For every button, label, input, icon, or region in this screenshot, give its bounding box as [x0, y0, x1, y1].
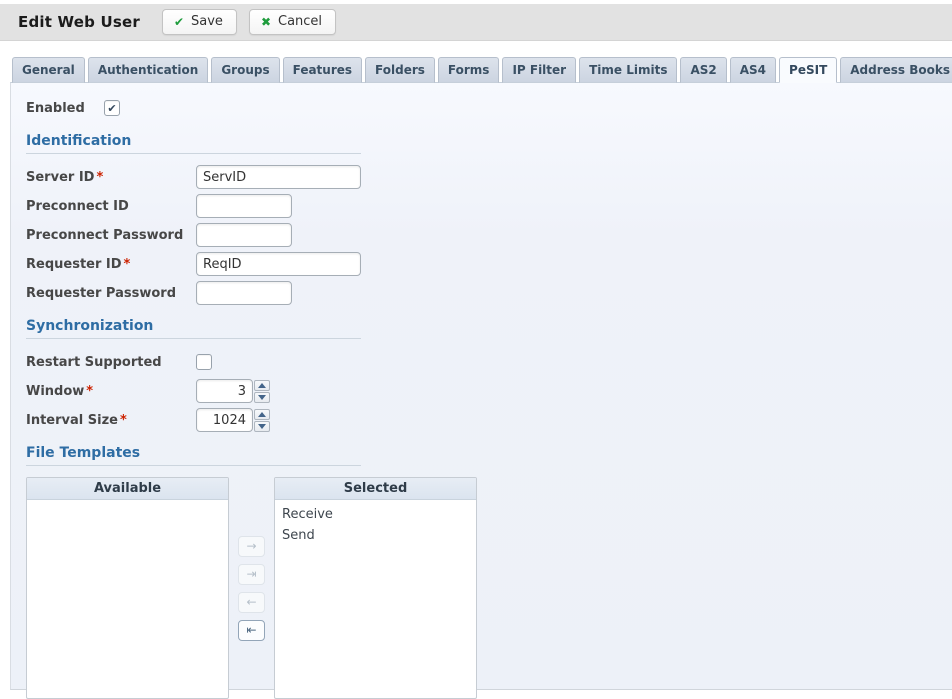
preconnect-password-input[interactable]	[196, 223, 292, 247]
tab-features[interactable]: Features	[283, 57, 362, 83]
preconnect-password-label: Preconnect Password	[26, 228, 196, 243]
preconnect-id-input[interactable]	[196, 194, 292, 218]
server-id-row: Server ID*	[26, 165, 952, 189]
requester-id-input[interactable]	[196, 252, 361, 276]
arrow-down-icon	[258, 424, 266, 429]
list-item[interactable]: Receive	[275, 504, 476, 525]
preconnect-id-label: Preconnect ID	[26, 199, 196, 214]
tab-authentication[interactable]: Authentication	[88, 57, 209, 83]
spin-up-button[interactable]	[254, 380, 270, 391]
enabled-field-row: Enabled ✔	[26, 96, 952, 120]
preconnect-id-row: Preconnect ID	[26, 194, 952, 218]
server-id-input[interactable]	[196, 165, 361, 189]
pesit-tab-panel: Enabled ✔ Identification Server ID* Prec…	[10, 82, 952, 690]
available-listbox-header: Available	[27, 478, 228, 500]
move-all-left-button[interactable]: ⇤	[238, 620, 265, 641]
required-asterisk: *	[124, 257, 131, 272]
move-all-right-button[interactable]: ⇥	[238, 564, 265, 585]
interval-size-input[interactable]	[196, 408, 253, 432]
requester-password-label: Requester Password	[26, 286, 196, 301]
tab-folders[interactable]: Folders	[365, 57, 435, 83]
tab-groups[interactable]: Groups	[211, 57, 279, 83]
interval-size-label: Interval Size*	[26, 413, 196, 428]
preconnect-password-row: Preconnect Password	[26, 223, 952, 247]
tab-as4[interactable]: AS4	[730, 57, 776, 83]
available-list-items	[27, 500, 228, 508]
checkmark-icon: ✔	[107, 102, 116, 115]
requester-password-input[interactable]	[196, 281, 292, 305]
arrow-up-icon	[258, 383, 266, 388]
move-left-button[interactable]: ←	[238, 592, 265, 613]
tab-time-limits[interactable]: Time Limits	[579, 57, 677, 83]
requester-id-label: Requester ID*	[26, 257, 196, 272]
server-id-label: Server ID*	[26, 170, 196, 185]
interval-size-row: Interval Size*	[26, 408, 952, 432]
arrow-up-icon	[258, 412, 266, 417]
enabled-label: Enabled	[26, 101, 104, 116]
tab-general[interactable]: General	[12, 57, 85, 83]
synchronization-heading: Synchronization	[26, 318, 361, 339]
page-title: Edit Web User	[18, 13, 140, 31]
file-templates-duallist: Available → ⇥ ← ⇤ Selected Receive Send	[26, 477, 952, 699]
restart-supported-checkbox[interactable]	[196, 354, 212, 370]
requester-id-row: Requester ID*	[26, 252, 952, 276]
tab-as2[interactable]: AS2	[680, 57, 726, 83]
required-asterisk: *	[120, 413, 127, 428]
window-input[interactable]	[196, 379, 253, 403]
file-templates-heading: File Templates	[26, 445, 361, 466]
requester-password-row: Requester Password	[26, 281, 952, 305]
selected-listbox[interactable]: Selected Receive Send	[274, 477, 477, 699]
restart-supported-label: Restart Supported	[26, 355, 196, 370]
save-button[interactable]: ✔ Save	[162, 9, 237, 35]
tab-address-books[interactable]: Address Books	[840, 57, 952, 83]
move-right-button[interactable]: →	[238, 536, 265, 557]
spin-up-button[interactable]	[254, 409, 270, 420]
window-spinner	[196, 379, 270, 403]
tab-pesit[interactable]: PeSIT	[779, 57, 837, 83]
available-listbox[interactable]: Available	[26, 477, 229, 699]
interval-size-spinner	[196, 408, 270, 432]
spin-down-button[interactable]	[254, 421, 270, 432]
cancel-button[interactable]: ✖ Cancel	[249, 9, 336, 35]
required-asterisk: *	[86, 384, 93, 399]
cancel-button-label: Cancel	[278, 14, 322, 29]
selected-listbox-header: Selected	[275, 478, 476, 500]
selected-list-items: Receive Send	[275, 500, 476, 550]
window-row: Window*	[26, 379, 952, 403]
list-item[interactable]: Send	[275, 525, 476, 546]
tab-ip-filter[interactable]: IP Filter	[502, 57, 576, 83]
check-icon: ✔	[174, 16, 184, 28]
restart-supported-row: Restart Supported	[26, 350, 952, 374]
x-icon: ✖	[261, 16, 271, 28]
enabled-checkbox[interactable]: ✔	[104, 100, 120, 116]
tab-forms[interactable]: Forms	[438, 57, 500, 83]
tab-bar: General Authentication Groups Features F…	[12, 56, 952, 82]
window-label: Window*	[26, 384, 196, 399]
transfer-buttons-column: → ⇥ ← ⇤	[229, 477, 274, 699]
spin-down-button[interactable]	[254, 392, 270, 403]
arrow-down-icon	[258, 395, 266, 400]
action-bar: Edit Web User ✔ Save ✖ Cancel	[0, 4, 952, 41]
required-asterisk: *	[96, 170, 103, 185]
save-button-label: Save	[191, 14, 223, 29]
identification-heading: Identification	[26, 133, 361, 154]
